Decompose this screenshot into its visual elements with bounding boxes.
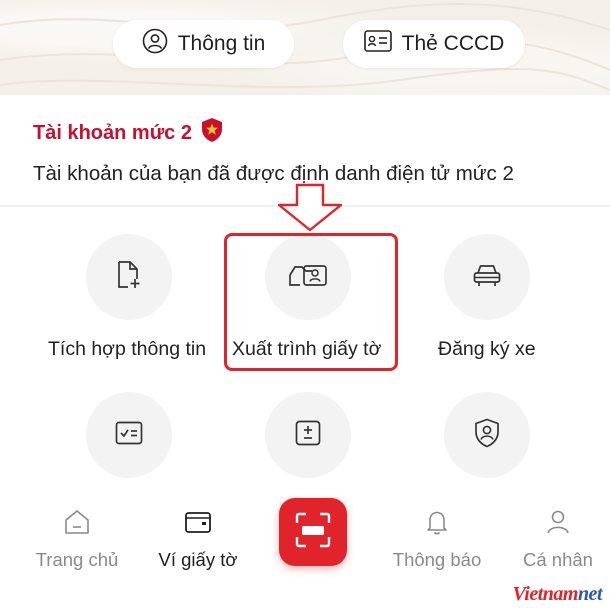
tab-wallet[interactable]: Ví giấy tờ (143, 508, 253, 571)
home-icon (63, 508, 91, 541)
file-add-icon (116, 260, 142, 295)
tile-integrate-info[interactable] (86, 234, 172, 320)
wallet-icon (183, 508, 213, 541)
star-shield-icon (200, 117, 224, 149)
bell-icon (423, 508, 451, 541)
tile-checklist[interactable] (86, 392, 172, 478)
watermark-logo: Vietnamnet (512, 583, 603, 606)
info-button-label: Thông tin (177, 32, 266, 55)
tab-profile-label: Cá nhân (523, 549, 593, 570)
tab-profile[interactable]: Cá nhân (508, 508, 608, 571)
id-card-icon (363, 30, 392, 58)
tile-plus-minus[interactable] (265, 392, 351, 478)
tab-notifications-label: Thông báo (392, 549, 482, 570)
info-button[interactable]: Thông tin (113, 20, 294, 68)
down-arrow-icon (277, 183, 343, 232)
account-title-text: Tài khoản mức 2 (33, 121, 192, 144)
checklist-icon (115, 421, 143, 450)
cccd-button-label: Thẻ CCCD (401, 32, 505, 55)
shield-user-icon (474, 418, 500, 453)
tile-vehicle-registration-label[interactable]: Đăng ký xe (438, 338, 536, 361)
account-level-title: Tài khoản mức 2 (33, 117, 224, 149)
tab-wallet-label: Ví giấy tờ (158, 549, 238, 570)
highlight-box (224, 233, 398, 371)
scan-button[interactable] (279, 498, 347, 566)
user-icon (544, 508, 572, 541)
user-circle-icon (142, 28, 168, 60)
watermark-part2: net (577, 583, 603, 605)
tile-shield-user[interactable] (444, 392, 530, 478)
plus-minus-icon (295, 420, 321, 451)
tile-vehicle-registration[interactable] (444, 234, 530, 320)
cccd-card-button[interactable]: Thẻ CCCD (343, 20, 525, 68)
car-icon (472, 262, 502, 293)
tile-integrate-info-label[interactable]: Tích hợp thông tin (48, 338, 206, 361)
account-description: Tài khoản của bạn đã được định danh điện… (33, 162, 514, 185)
tab-notifications[interactable]: Thông báo (382, 508, 492, 571)
watermark-part1: Vietnam (512, 583, 579, 605)
scan-icon (293, 510, 333, 555)
tab-home[interactable]: Trang chủ (22, 508, 132, 571)
tab-home-label: Trang chủ (35, 549, 119, 570)
